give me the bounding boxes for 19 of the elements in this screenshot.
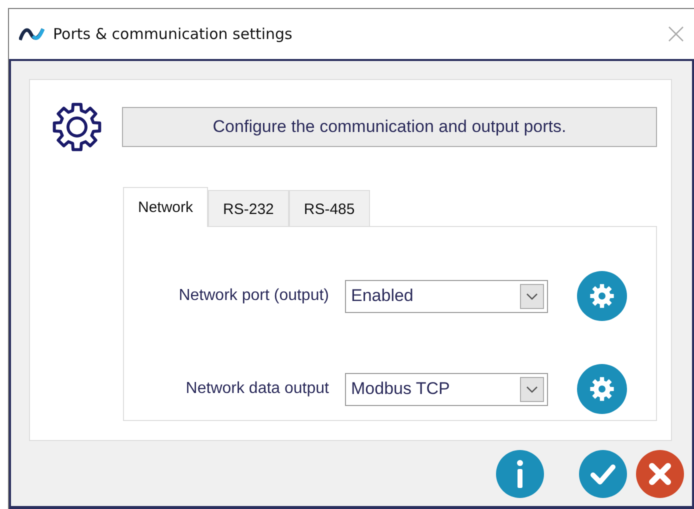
tab[interactable]: Network [123, 187, 208, 227]
caret-icon [520, 376, 544, 402]
window-title: Ports & communication settings [53, 25, 292, 43]
dropdown[interactable]: Enabled [345, 280, 548, 312]
close-icon[interactable] [666, 24, 686, 44]
info-button[interactable] [496, 450, 544, 498]
settings-button[interactable] [577, 364, 627, 414]
description-banner: Configure the communication and output ports. [122, 107, 657, 147]
setting-label: Network port (output) [178, 287, 329, 305]
confirm-button[interactable] [579, 450, 627, 498]
settings-icon [52, 102, 102, 152]
settings-button[interactable] [577, 271, 627, 321]
setting-label: Network data output [184, 380, 329, 398]
app-logo-icon [19, 26, 45, 42]
tab[interactable]: RS-485 [288, 190, 370, 226]
caret-icon [520, 284, 544, 308]
tab[interactable]: RS-232 [208, 190, 289, 226]
dropdown[interactable]: Modbus TCP [345, 372, 548, 406]
cancel-button[interactable] [636, 450, 684, 498]
